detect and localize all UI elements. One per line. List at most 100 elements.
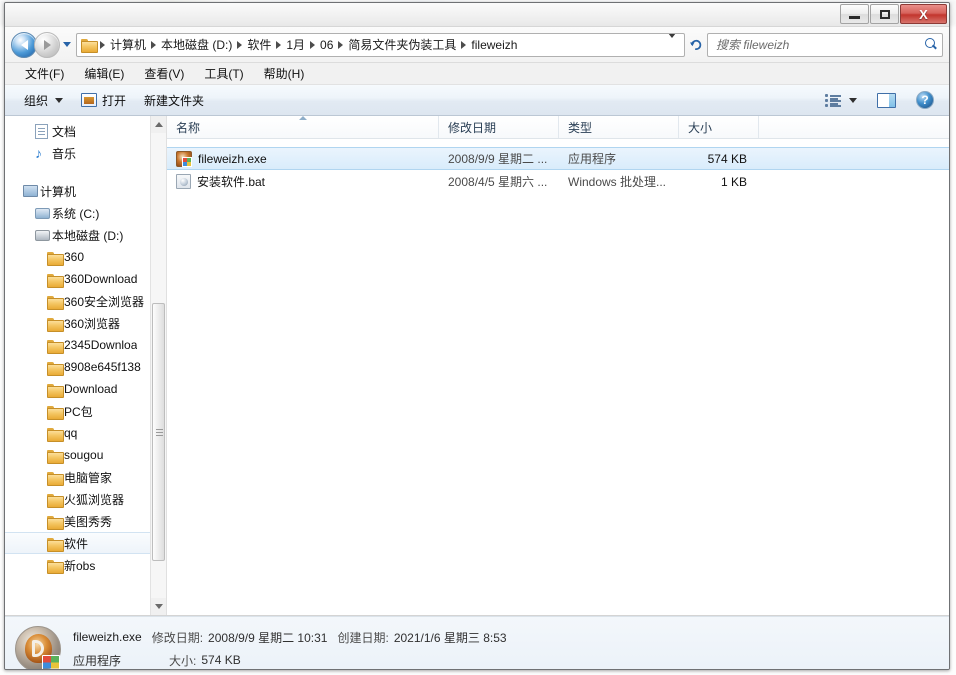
menu-bar: 文件(F) 编辑(E) 查看(V) 工具(T) 帮助(H) [5, 63, 949, 85]
breadcrumb-separator [237, 40, 243, 49]
sort-ascending-icon [298, 116, 307, 120]
file-size-cell: 574 KB [707, 151, 747, 166]
menu-help[interactable]: 帮助(H) [254, 63, 315, 84]
drive-icon [35, 229, 52, 241]
file-name-cell: fileweizh.exe [167, 150, 439, 167]
window-titlebar: X [5, 3, 949, 27]
scroll-up-button[interactable] [151, 116, 166, 133]
breadcrumb[interactable]: 计算机 本地磁盘 (D:) 软件 1月 06 简易文件夹伪装工具 filewei… [76, 32, 685, 57]
sidebar-item-8908e645f138[interactable]: 8908e645f138 [5, 356, 150, 378]
column-header-type[interactable]: 类型 [559, 116, 679, 138]
music-icon: ♪ [35, 145, 42, 161]
sidebar-item-firefox[interactable]: 火狐浏览器 [5, 488, 150, 510]
open-button[interactable]: 打开 [72, 88, 135, 113]
breadcrumb-item-2[interactable]: 软件 [243, 35, 275, 54]
sidebar-item-360-browser[interactable]: 360浏览器 [5, 312, 150, 334]
column-header-size[interactable]: 大小 [679, 116, 759, 138]
file-name-text: 安装软件.bat [197, 175, 266, 189]
navigation-tree: 文档 ♪ 音乐 计算机 系统 (C:) 本地磁盘 (D:) 360 360Dow… [5, 116, 150, 615]
new-folder-label: 新建文件夹 [144, 93, 205, 108]
sidebar-item-label: 电脑管家 [64, 470, 113, 485]
details-file-type: 应用程序 [73, 653, 122, 668]
minimize-button[interactable] [840, 4, 869, 24]
column-header-name[interactable]: 名称 [167, 116, 439, 138]
scroll-up-arrow-icon [154, 122, 163, 127]
sidebar-item-360[interactable]: 360 [5, 246, 150, 268]
folder-icon [47, 361, 64, 376]
search-box[interactable]: 搜索 fileweizh [707, 32, 943, 57]
scroll-down-button[interactable] [151, 598, 166, 615]
refresh-button[interactable] [685, 33, 707, 57]
table-row[interactable]: 安装软件.bat 2008/4/5 星期六 ... Windows 批处理...… [167, 170, 949, 193]
folder-icon [47, 273, 64, 288]
scrollbar-thumb[interactable] [152, 303, 165, 561]
sidebar-item-360download[interactable]: 360Download [5, 268, 150, 290]
forward-arrow-icon [43, 39, 51, 50]
window-controls: X [839, 4, 947, 24]
sidebar-item-system-c[interactable]: 系统 (C:) [5, 202, 150, 224]
sidebar-item-pc-bao[interactable]: PC包 [5, 400, 150, 422]
sidebar-item-new-obs[interactable]: 新obs [5, 554, 150, 576]
column-header-label: 修改日期 [448, 120, 497, 135]
breadcrumb-item-4[interactable]: 06 [316, 37, 337, 53]
breadcrumb-item-1[interactable]: 本地磁盘 (D:) [157, 35, 236, 54]
details-modified-label: 修改日期: [151, 630, 204, 645]
details-created-label: 创建日期: [337, 630, 389, 645]
sidebar-item-sougou[interactable]: sougou [5, 444, 150, 466]
sidebar-item-download[interactable]: Download [5, 378, 150, 400]
breadcrumb-item-6[interactable]: fileweizh [467, 37, 521, 53]
sidebar-item-label: 2345Downloa [64, 338, 138, 352]
scroll-down-arrow-icon [154, 604, 163, 609]
sidebar-item-qq[interactable]: qq [5, 422, 150, 444]
breadcrumb-dropdown-button[interactable] [662, 33, 682, 52]
sidebar-item-label: 火狐浏览器 [64, 492, 125, 507]
back-arrow-icon [20, 39, 28, 50]
restore-button[interactable] [870, 4, 899, 24]
forward-button[interactable] [34, 31, 60, 58]
sidebar-item-label: 360 [64, 250, 85, 264]
details-line-2: 应用程序 大小: 574 KB [73, 652, 507, 669]
recent-locations-button[interactable] [60, 32, 73, 58]
breadcrumb-item-5[interactable]: 简易文件夹伪装工具 [344, 35, 460, 54]
sidebar-item-music[interactable]: ♪ 音乐 [5, 142, 150, 164]
menu-file[interactable]: 文件(F) [15, 63, 74, 84]
file-date-cell: 2008/4/5 星期六 ... [448, 175, 548, 189]
sidebar-item-computer-manager[interactable]: 电脑管家 [5, 466, 150, 488]
folder-icon [47, 471, 64, 486]
computer-icon [23, 185, 40, 197]
menu-edit[interactable]: 编辑(E) [74, 63, 134, 84]
help-button[interactable]: ? [907, 87, 943, 113]
sidebar-item-local-disk-d[interactable]: 本地磁盘 (D:) [5, 224, 150, 246]
sidebar-item-label: 美图秀秀 [64, 514, 113, 529]
breadcrumb-item-3[interactable]: 1月 [282, 35, 309, 54]
menu-tools[interactable]: 工具(T) [194, 63, 253, 84]
folder-icon [47, 559, 64, 574]
sidebar-item-360-safe-browser[interactable]: 360安全浏览器 [5, 290, 150, 312]
search-input[interactable]: 搜索 fileweizh [716, 36, 925, 53]
change-view-button[interactable] [816, 89, 866, 112]
document-icon [35, 123, 52, 139]
exe-file-icon [176, 150, 192, 167]
column-header-date-modified[interactable]: 修改日期 [439, 116, 559, 138]
column-header-label: 类型 [568, 120, 593, 135]
details-pane: fileweizh.exe 修改日期: 2008/9/9 星期二 10:31 创… [5, 616, 949, 669]
folder-icon [47, 317, 64, 332]
preview-pane-button[interactable] [868, 89, 905, 112]
sidebar-item-meitu[interactable]: 美图秀秀 [5, 510, 150, 532]
navigation-scrollbar[interactable] [150, 116, 166, 615]
sidebar-item-documents[interactable]: 文档 [5, 120, 150, 142]
folder-icon [47, 383, 64, 398]
sidebar-item-2345download[interactable]: 2345Downloa [5, 334, 150, 356]
sidebar-item-computer[interactable]: 计算机 [5, 180, 150, 202]
close-button[interactable]: X [900, 4, 947, 24]
folder-icon [81, 38, 97, 52]
sidebar-item-software[interactable]: 软件 [5, 532, 150, 554]
table-row[interactable]: fileweizh.exe 2008/9/9 星期二 ... 应用程序 574 … [167, 147, 949, 170]
menu-view[interactable]: 查看(V) [134, 63, 194, 84]
details-created-value: 2021/1/6 星期三 8:53 [393, 630, 507, 645]
breadcrumb-separator [338, 40, 344, 49]
organize-button[interactable]: 组织 [15, 88, 72, 113]
breadcrumb-item-0[interactable]: 计算机 [106, 35, 150, 54]
sidebar-item-label: 软件 [64, 536, 89, 551]
new-folder-button[interactable]: 新建文件夹 [135, 88, 213, 113]
